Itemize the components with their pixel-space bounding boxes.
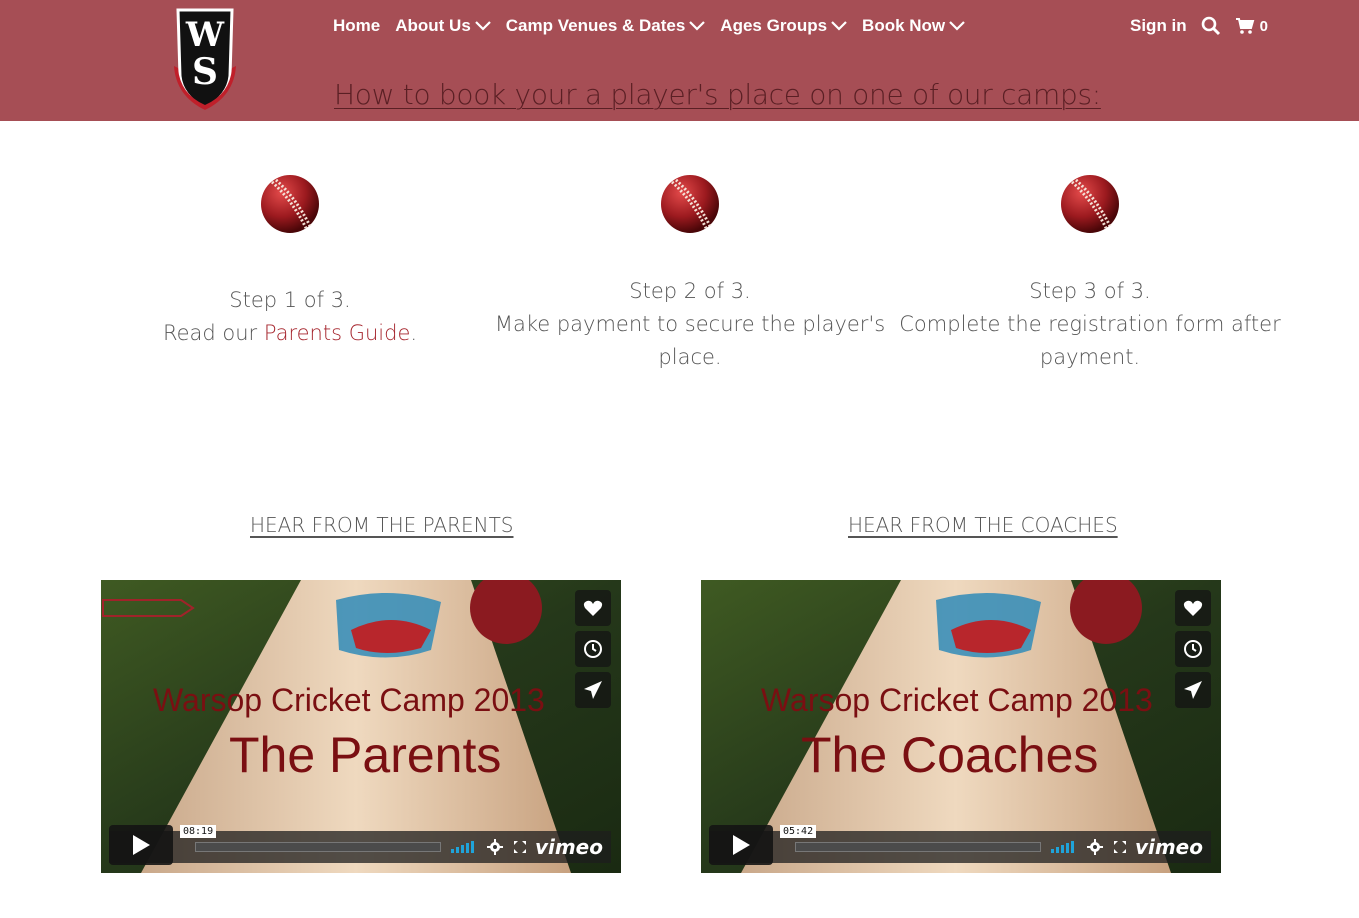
play-icon: [733, 835, 750, 855]
video-title-line2: The Coaches: [801, 727, 1099, 783]
step-3: Step 3 of 3. Complete the registration f…: [890, 275, 1290, 374]
cricket-ball-icon: [661, 175, 719, 233]
nav-home[interactable]: Home: [333, 16, 380, 36]
send-icon: [1184, 681, 1202, 699]
chevron-down-icon: [949, 21, 965, 31]
parents-section-title[interactable]: HEAR FROM THE PARENTS: [250, 513, 514, 537]
chevron-down-icon: [831, 21, 847, 31]
sign-in-link[interactable]: Sign in: [1130, 16, 1187, 36]
step-2-title: Step 2 of 3.: [629, 279, 751, 303]
like-button[interactable]: [575, 590, 611, 626]
heart-icon: [1183, 600, 1203, 616]
settings-gear-icon[interactable]: [1086, 839, 1103, 855]
parents-video-player[interactable]: Warsop Cricket Camp 2013 The Parents 08:…: [101, 580, 621, 873]
play-button[interactable]: [109, 825, 173, 865]
svg-text:W: W: [185, 15, 225, 55]
svg-text:S: S: [192, 51, 218, 93]
step-2: Step 2 of 3. Make payment to secure the …: [490, 275, 890, 374]
video-controls: 05:42 vimeo: [709, 825, 1211, 865]
cart-icon: [1235, 18, 1254, 34]
video-duration: 08:19: [180, 825, 217, 838]
cart-button[interactable]: 0: [1235, 17, 1268, 35]
watch-later-button[interactable]: [575, 631, 611, 667]
video-title-line1: Warsop Cricket Camp 2013: [761, 682, 1153, 718]
warsop-logo[interactable]: W S: [172, 6, 238, 112]
video-title-line2: The Parents: [229, 727, 502, 783]
vimeo-logo[interactable]: vimeo: [535, 835, 603, 859]
clock-icon: [584, 640, 602, 658]
share-button[interactable]: [1175, 672, 1211, 708]
cart-count: 0: [1259, 17, 1269, 35]
site-header: W S Home About Us Camp Venues & Dates Ag…: [0, 0, 1359, 121]
video-progress-bar[interactable]: 05:42: [780, 825, 1041, 852]
share-button[interactable]: [575, 672, 611, 708]
nav-about-us[interactable]: About Us: [395, 16, 491, 36]
step-1-title: Step 1 of 3.: [229, 288, 351, 312]
search-icon[interactable]: [1201, 16, 1221, 36]
settings-gear-icon[interactable]: [486, 839, 503, 855]
step-1-suffix: .: [410, 321, 418, 345]
booking-instructions-link[interactable]: How to book your a player's place on one…: [334, 78, 1101, 111]
vimeo-logo[interactable]: vimeo: [1135, 835, 1203, 859]
play-icon: [133, 835, 150, 855]
video-controls: 08:19 vimeo: [109, 825, 611, 865]
coaches-section-title[interactable]: HEAR FROM THE COACHES: [848, 513, 1118, 537]
step-3-text: Complete the registration form after pay…: [899, 312, 1281, 369]
main-nav: Home About Us Camp Venues & Dates Ages G…: [333, 16, 980, 36]
account-nav: Sign in 0: [1130, 16, 1268, 36]
volume-icon[interactable]: [450, 841, 475, 853]
clock-icon: [1184, 640, 1202, 658]
nav-camp-venues[interactable]: Camp Venues & Dates: [506, 16, 706, 36]
step-3-title: Step 3 of 3.: [1029, 279, 1151, 303]
parents-guide-link[interactable]: Parents Guide: [264, 321, 411, 345]
video-progress-bar[interactable]: 08:19: [180, 825, 441, 852]
watch-later-button[interactable]: [1175, 631, 1211, 667]
cricket-ball-icon: [1061, 175, 1119, 233]
step-1: Step 1 of 3. Read our Parents Guide.: [90, 284, 490, 350]
step-2-text: Make payment to secure the player's plac…: [494, 312, 886, 369]
cricket-ball-icon: [261, 175, 319, 233]
volume-icon[interactable]: [1050, 841, 1075, 853]
heart-icon: [583, 600, 603, 616]
nav-book-now[interactable]: Book Now: [862, 16, 965, 36]
chevron-down-icon: [475, 21, 491, 31]
coaches-video-player[interactable]: Warsop Cricket Camp 2013 The Coaches 05:…: [701, 580, 1221, 873]
video-title-line1: Warsop Cricket Camp 2013: [153, 682, 545, 718]
video-duration: 05:42: [780, 825, 817, 838]
fullscreen-icon[interactable]: [513, 840, 527, 854]
step-1-prefix: Read our: [162, 321, 264, 345]
send-icon: [584, 681, 602, 699]
nav-age-groups[interactable]: Ages Groups: [720, 16, 847, 36]
play-button[interactable]: [709, 825, 773, 865]
chevron-down-icon: [689, 21, 706, 31]
like-button[interactable]: [1175, 590, 1211, 626]
step-1-text: Read our Parents Guide.: [90, 317, 490, 350]
fullscreen-icon[interactable]: [1113, 840, 1127, 854]
